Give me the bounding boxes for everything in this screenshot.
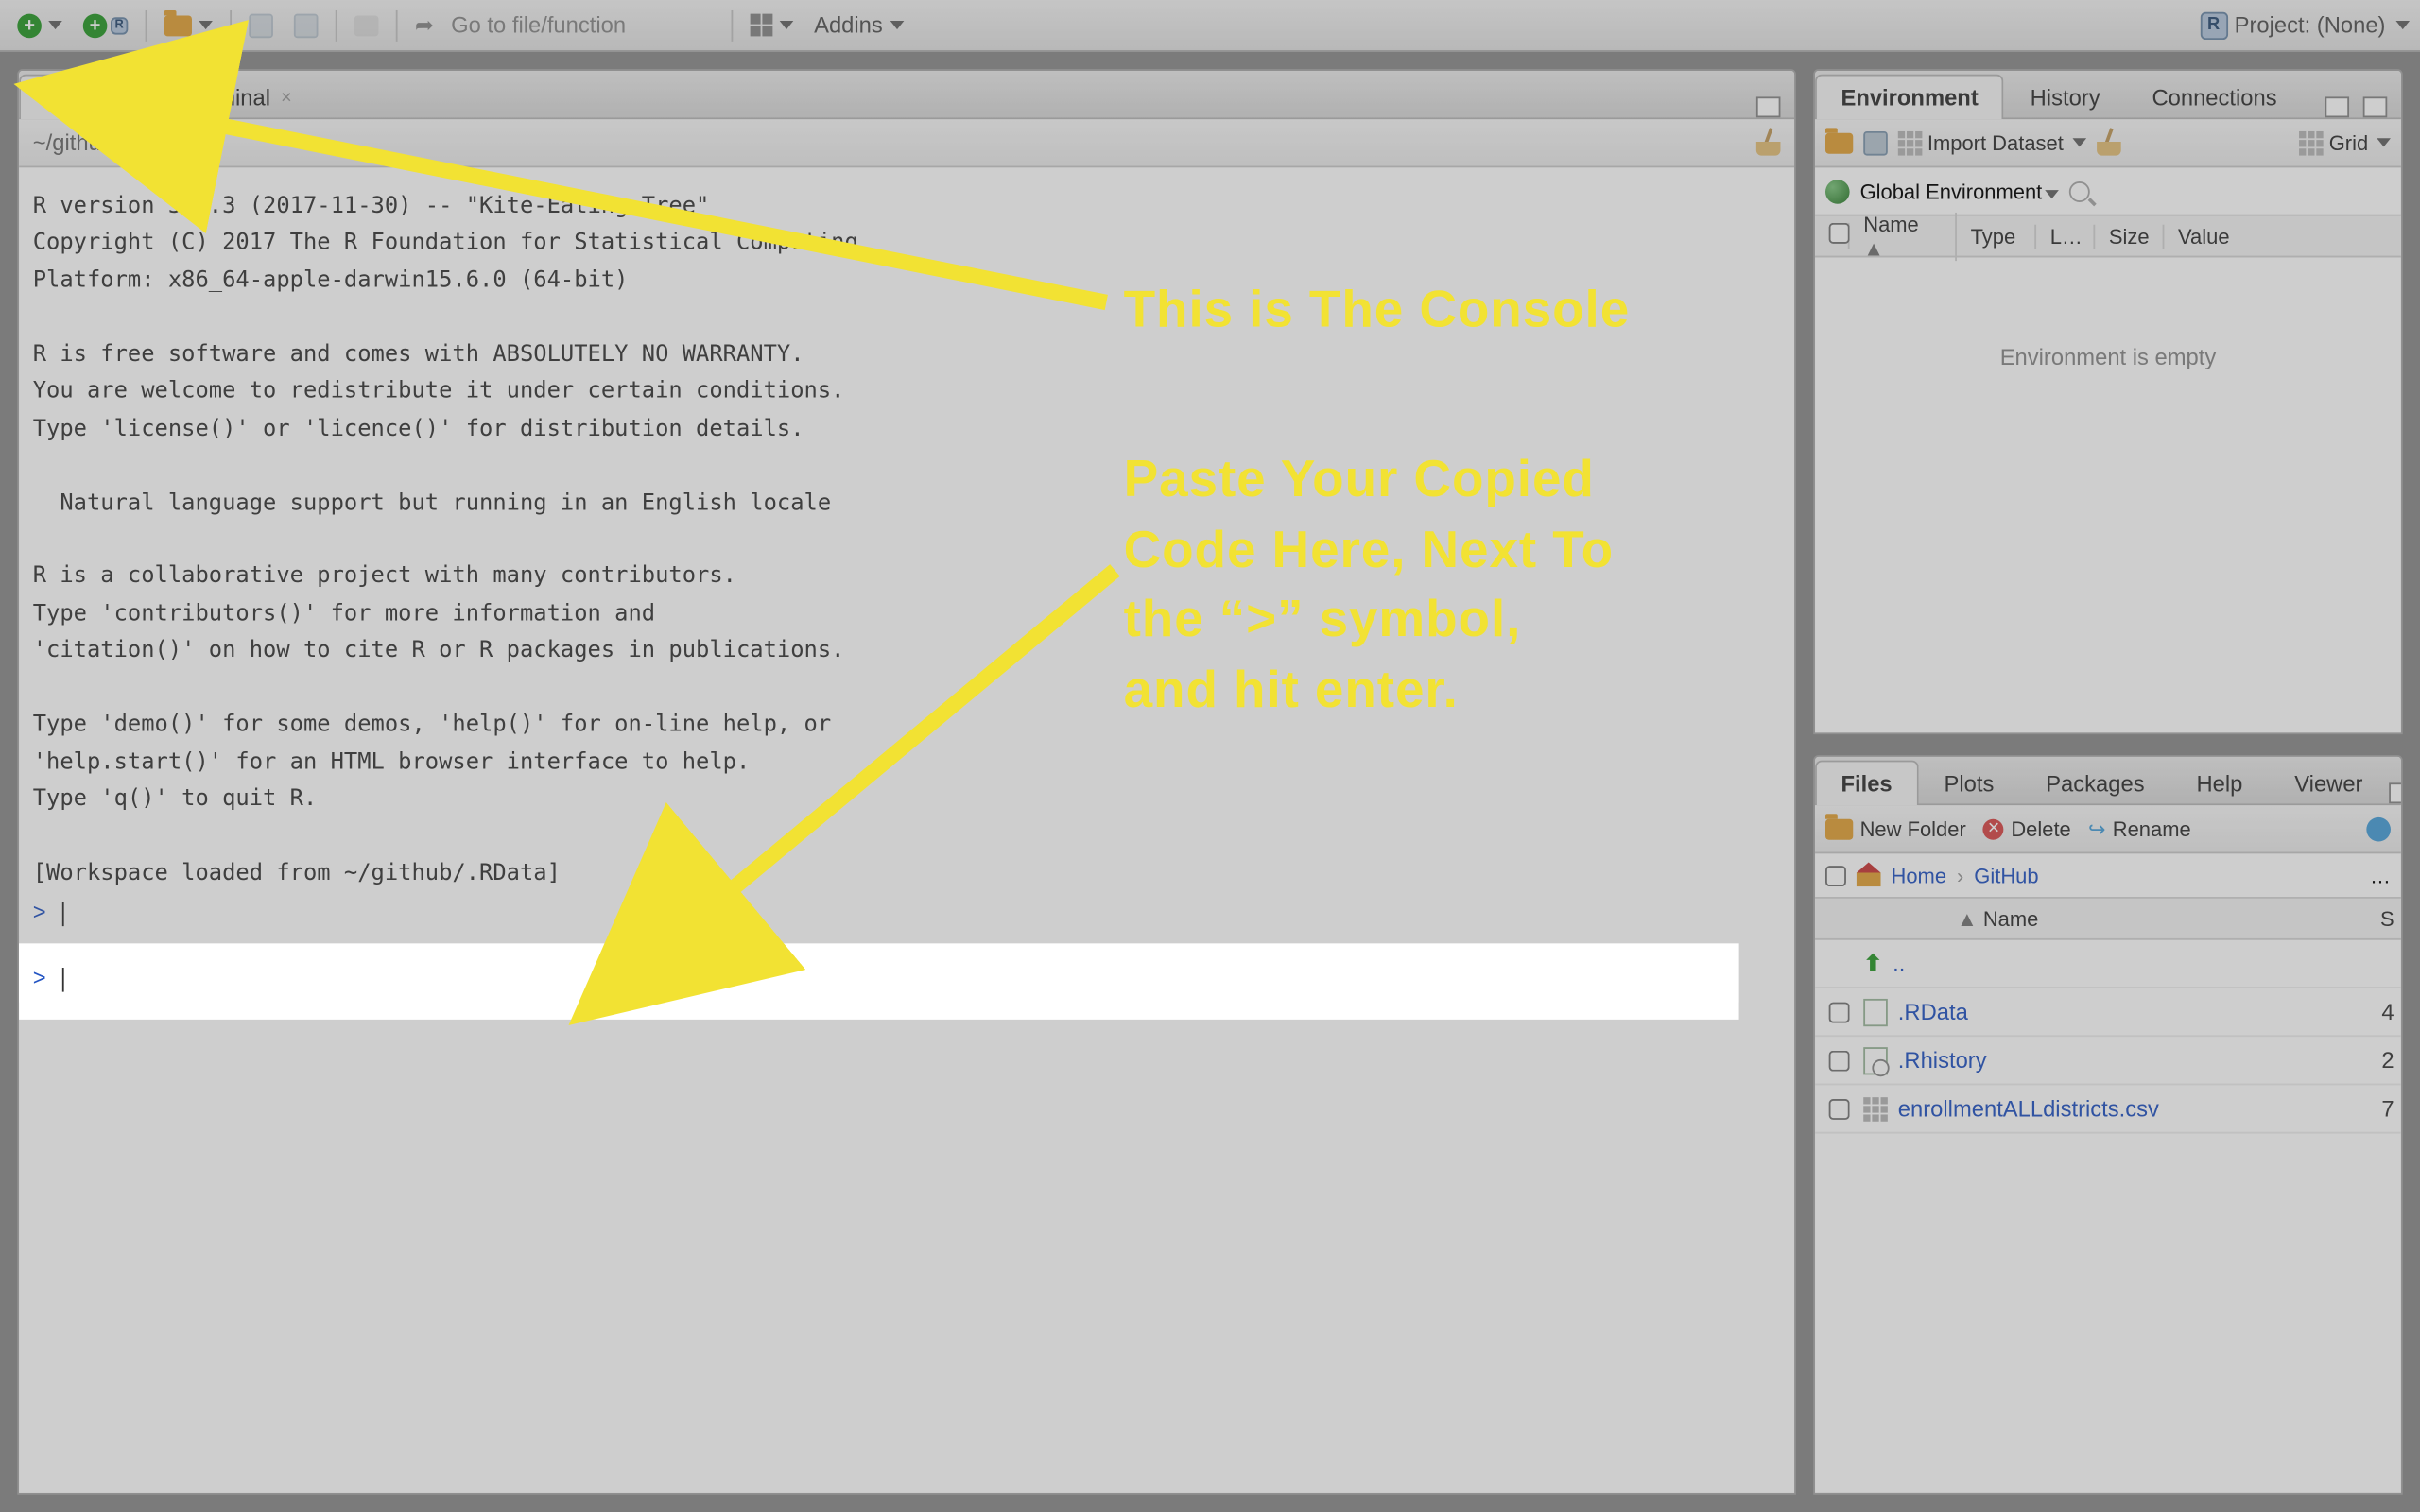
separator bbox=[230, 9, 232, 41]
separator bbox=[336, 9, 337, 41]
home-icon[interactable] bbox=[1857, 865, 1881, 885]
rhistory-icon bbox=[1863, 1046, 1888, 1074]
env-empty-message: Environment is empty bbox=[1815, 257, 2401, 732]
env-scope-selector[interactable]: Global Environment bbox=[1860, 179, 2060, 203]
gear-icon[interactable] bbox=[2366, 816, 2391, 841]
console-pane: Console Terminal× ~/github/ ⇗ R version … bbox=[17, 69, 1796, 1495]
env-scope-bar: Global Environment bbox=[1815, 167, 2401, 215]
new-project-button[interactable]: +R bbox=[76, 9, 134, 41]
separator bbox=[396, 9, 398, 41]
tab-files[interactable]: Files bbox=[1815, 761, 1918, 806]
print-button[interactable] bbox=[348, 11, 386, 39]
import-dataset-button[interactable]: Import Dataset bbox=[1898, 130, 2086, 155]
load-workspace-icon[interactable] bbox=[1825, 132, 1853, 153]
minimize-icon[interactable] bbox=[2325, 96, 2349, 117]
new-folder-button[interactable]: New Folder bbox=[1825, 816, 1966, 841]
main-toolbar: + +R ➦Go to file/function Addins RProjec… bbox=[0, 0, 2420, 52]
chevron-icon: › bbox=[1957, 863, 1963, 887]
separator bbox=[146, 9, 147, 41]
project-selector[interactable]: RProject: (None) bbox=[2200, 11, 2410, 39]
view-mode-button[interactable]: Grid bbox=[2300, 130, 2391, 155]
breadcrumb-more[interactable]: … bbox=[2370, 863, 2391, 887]
env-search[interactable] bbox=[2070, 180, 2391, 201]
save-button[interactable] bbox=[242, 9, 280, 41]
files-tabbar: Files Plots Packages Help Viewer bbox=[1815, 757, 2401, 805]
clear-console-icon[interactable] bbox=[1756, 130, 1781, 155]
save-workspace-icon[interactable] bbox=[1863, 130, 1888, 155]
console-body[interactable]: R version 3.4.3 (2017-11-30) -- "Kite-Ea… bbox=[19, 167, 1794, 1493]
files-toolbar: New Folder ✕Delete ↪Rename bbox=[1815, 805, 2401, 853]
close-icon[interactable]: × bbox=[281, 87, 292, 108]
search-icon bbox=[2070, 180, 2091, 201]
rename-button[interactable]: ↪Rename bbox=[2088, 816, 2191, 841]
tab-console[interactable]: Console bbox=[19, 75, 160, 120]
path-arrow-icon[interactable]: ⇗ bbox=[133, 129, 152, 156]
new-file-button[interactable]: + bbox=[10, 9, 69, 41]
csv-icon bbox=[1863, 1096, 1888, 1121]
console-prompt-line[interactable]: > bbox=[19, 892, 1794, 937]
maximize-icon[interactable] bbox=[2363, 96, 2388, 117]
select-all-files-checkbox[interactable] bbox=[1825, 865, 1846, 885]
up-arrow-icon: ⬆ bbox=[1863, 950, 1882, 977]
files-column-headers: ▲ Name S bbox=[1815, 899, 2401, 940]
goto-placeholder: Go to file/function bbox=[437, 9, 714, 42]
tab-plots[interactable]: Plots bbox=[1918, 761, 2020, 806]
files-breadcrumb: Home › GitHub … bbox=[1815, 853, 2401, 899]
file-checkbox[interactable] bbox=[1829, 1050, 1850, 1071]
goto-button[interactable]: ➦Go to file/function bbox=[408, 5, 721, 44]
tab-connections[interactable]: Connections bbox=[2126, 75, 2303, 120]
globe-icon bbox=[1825, 179, 1850, 203]
rdata-icon bbox=[1863, 998, 1888, 1025]
clear-env-icon[interactable] bbox=[2097, 130, 2121, 155]
breadcrumb-dir[interactable]: GitHub bbox=[1974, 863, 2038, 887]
file-row[interactable]: enrollmentALLdistricts.csv 7 bbox=[1815, 1085, 2401, 1133]
addins-button[interactable]: Addins bbox=[807, 9, 910, 42]
file-checkbox[interactable] bbox=[1829, 1002, 1850, 1022]
file-row[interactable]: .Rhistory 2 bbox=[1815, 1037, 2401, 1085]
separator bbox=[731, 9, 733, 41]
panes-button[interactable] bbox=[743, 10, 800, 40]
console-path-bar: ~/github/ ⇗ bbox=[19, 119, 1794, 167]
console-output: R version 3.4.3 (2017-11-30) -- "Kite-Ea… bbox=[19, 167, 1794, 892]
environment-pane: Environment History Connections Import D… bbox=[1813, 69, 2403, 734]
breadcrumb-home[interactable]: Home bbox=[1891, 863, 1946, 887]
tab-help[interactable]: Help bbox=[2170, 761, 2269, 806]
env-column-headers: Name ▲ Type L… Size Value bbox=[1815, 216, 2401, 258]
files-pane: Files Plots Packages Help Viewer New Fol… bbox=[1813, 755, 2403, 1495]
file-row[interactable]: .RData 4 bbox=[1815, 988, 2401, 1037]
env-tabbar: Environment History Connections bbox=[1815, 71, 2401, 119]
maximize-icon[interactable] bbox=[1756, 96, 1781, 117]
file-row-up[interactable]: ⬆.. bbox=[1815, 940, 2401, 988]
save-all-button[interactable] bbox=[287, 9, 325, 41]
select-all-checkbox[interactable] bbox=[1829, 223, 1850, 244]
tab-terminal[interactable]: Terminal× bbox=[160, 75, 318, 120]
console-prompt-highlight: > bbox=[19, 943, 1738, 1019]
delete-button[interactable]: ✕Delete bbox=[1983, 816, 2071, 841]
working-dir: ~/github/ bbox=[33, 129, 120, 155]
console-tabbar: Console Terminal× bbox=[19, 71, 1794, 119]
tab-history[interactable]: History bbox=[2004, 75, 2126, 120]
minimize-icon[interactable] bbox=[2389, 782, 2403, 803]
open-file-button[interactable] bbox=[157, 11, 219, 39]
file-checkbox[interactable] bbox=[1829, 1098, 1850, 1119]
tab-viewer[interactable]: Viewer bbox=[2269, 761, 2389, 806]
tab-packages[interactable]: Packages bbox=[2020, 761, 2170, 806]
env-toolbar: Import Dataset Grid bbox=[1815, 119, 2401, 167]
tab-environment[interactable]: Environment bbox=[1815, 75, 2004, 120]
